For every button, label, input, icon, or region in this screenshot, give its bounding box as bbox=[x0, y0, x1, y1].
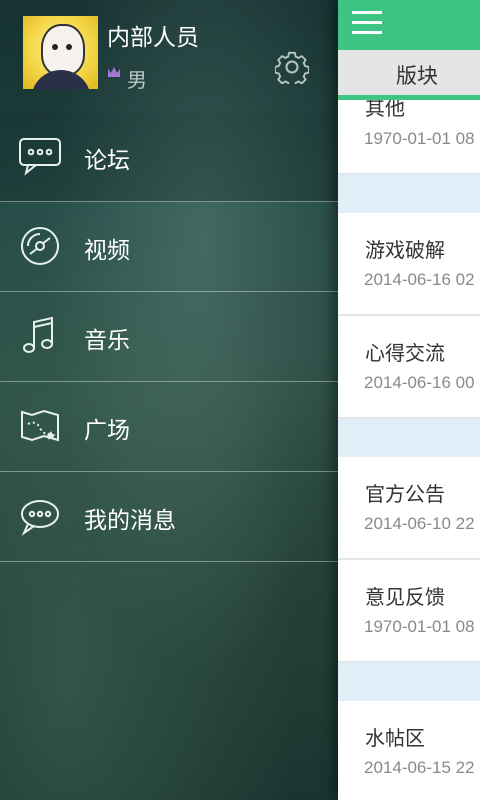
avatar-body bbox=[31, 70, 91, 89]
message-icon bbox=[18, 496, 62, 536]
drawer-menu: 论坛 视频 音乐 广场 我的消息 bbox=[0, 112, 338, 562]
board-title: 游戏破解 bbox=[365, 238, 445, 262]
hamburger-icon[interactable] bbox=[352, 11, 382, 35]
menu-item-label: 视频 bbox=[84, 238, 130, 264]
menu-item-my-messages[interactable]: 我的消息 bbox=[0, 472, 338, 562]
menu-item-label: 音乐 bbox=[84, 328, 130, 354]
board-date: 1970-01-01 08 bbox=[364, 129, 475, 148]
menu-item-square[interactable]: 广场 bbox=[0, 382, 338, 472]
menu-item-label: 论坛 bbox=[84, 148, 130, 174]
section-divider bbox=[338, 419, 480, 457]
profile-header: 内部人员 男 bbox=[0, 0, 338, 112]
list-item[interactable]: 心得交流 2014-06-16 00 bbox=[338, 316, 480, 419]
menu-item-forum[interactable]: 论坛 bbox=[0, 112, 338, 202]
music-note-icon bbox=[18, 316, 62, 356]
tab-board[interactable]: 版块 bbox=[396, 60, 438, 90]
menu-item-label: 广场 bbox=[84, 418, 130, 444]
board-title: 水帖区 bbox=[365, 726, 425, 750]
board-date: 1970-01-01 08 bbox=[364, 617, 475, 636]
board-date: 2014-06-16 02 bbox=[364, 270, 475, 289]
list-item[interactable]: 官方公告 2014-06-10 22 bbox=[338, 457, 480, 560]
board-list: 其他 1970-01-01 08 游戏破解 2014-06-16 02 心得交流… bbox=[338, 100, 480, 800]
top-app-bar bbox=[338, 0, 480, 50]
list-item[interactable]: 意见反馈 1970-01-01 08 bbox=[338, 560, 480, 663]
list-item[interactable]: 其他 1970-01-01 08 bbox=[338, 100, 480, 175]
board-title: 官方公告 bbox=[365, 482, 445, 506]
tab-bar: 版块 bbox=[338, 50, 480, 96]
disc-icon bbox=[18, 226, 62, 266]
section-divider bbox=[338, 175, 480, 213]
section-divider bbox=[338, 663, 480, 701]
gear-icon[interactable] bbox=[274, 50, 310, 88]
avatar[interactable] bbox=[23, 16, 98, 89]
board-title: 心得交流 bbox=[365, 341, 445, 365]
menu-item-music[interactable]: 音乐 bbox=[0, 292, 338, 382]
board-date: 2014-06-15 22 bbox=[364, 758, 475, 777]
avatar-eye bbox=[66, 44, 72, 50]
menu-item-label: 我的消息 bbox=[84, 508, 176, 534]
board-title: 其他 bbox=[365, 100, 405, 120]
list-item[interactable]: 游戏破解 2014-06-16 02 bbox=[338, 213, 480, 316]
board-date: 2014-06-16 00 bbox=[364, 373, 475, 392]
crown-icon bbox=[107, 66, 121, 81]
content-panel: 版块 其他 1970-01-01 08 游戏破解 2014-06-16 02 心… bbox=[338, 0, 480, 800]
gender-label: 男 bbox=[127, 68, 147, 92]
map-icon bbox=[18, 406, 62, 446]
board-title: 意见反馈 bbox=[365, 585, 445, 609]
navigation-drawer: 内部人员 男 论坛 视频 音乐 广场 我的消息 bbox=[0, 0, 338, 800]
avatar-eye bbox=[52, 44, 58, 50]
username: 内部人员 bbox=[107, 25, 199, 51]
chat-bubble-icon bbox=[18, 136, 62, 176]
app-screen: 内部人员 男 论坛 视频 音乐 广场 我的消息 版块 其他 1970-01-01… bbox=[0, 0, 480, 800]
avatar-face bbox=[41, 24, 85, 76]
menu-item-video[interactable]: 视频 bbox=[0, 202, 338, 292]
board-date: 2014-06-10 22 bbox=[364, 514, 475, 533]
list-item[interactable]: 水帖区 2014-06-15 22 bbox=[338, 701, 480, 800]
